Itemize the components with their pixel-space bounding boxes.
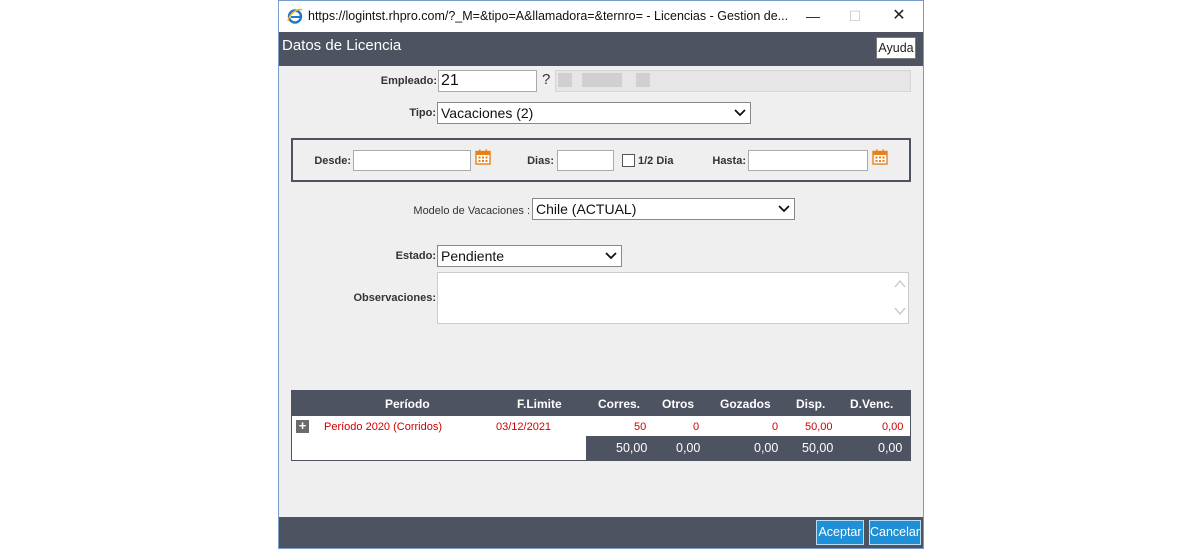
dialog-footer: Aceptar Cancelar (279, 517, 923, 548)
estado-selected-value: Pendiente (441, 248, 505, 264)
close-button[interactable]: ✕ (879, 5, 919, 27)
title-bar: https://logintst.rhpro.com/?_M=&tipo=A&l… (279, 1, 923, 32)
internet-explorer-icon (287, 8, 303, 24)
empleado-lookup-button[interactable]: ? (542, 71, 550, 88)
half-day-label: 1/2 Dia (638, 155, 674, 167)
estado-label: Estado: (395, 250, 436, 262)
scroll-up-icon[interactable] (894, 279, 906, 289)
observaciones-label: Observaciones: (353, 292, 436, 304)
total-corres: 50,00 (616, 441, 648, 455)
column-header-otros: Otros (662, 397, 695, 411)
observaciones-textarea[interactable] (437, 272, 909, 324)
help-button[interactable]: Ayuda (876, 37, 916, 59)
totals-row: 50,00 0,00 0,00 50,00 0,00 (586, 436, 910, 460)
half-day-checkbox[interactable] (622, 154, 635, 167)
calendar-icon[interactable] (475, 149, 491, 165)
cell-otros: 0 (693, 421, 700, 433)
column-header-disp: Disp. (796, 397, 826, 411)
modelo-vacaciones-select[interactable]: Chile (ACTUAL) (532, 198, 795, 220)
total-gozados: 0,00 (754, 441, 779, 455)
cell-d-venc: 0,00 (882, 421, 904, 433)
accept-button[interactable]: Aceptar (816, 520, 864, 545)
total-d-venc: 0,00 (878, 441, 903, 455)
column-header-periodo: Período (385, 397, 430, 411)
dialog-header: Datos de Licencia Ayuda (279, 32, 923, 66)
desde-input[interactable] (353, 150, 471, 171)
table-header: Período F.Limite Corres. Otros Gozados D… (292, 391, 910, 416)
expand-row-button[interactable]: + (296, 419, 309, 433)
maximize-button[interactable]: ☐ (835, 5, 875, 27)
column-header-corres: Corres. (598, 397, 641, 411)
chevron-down-icon (778, 205, 790, 213)
empleado-name-field (555, 70, 911, 92)
hasta-input[interactable] (748, 150, 868, 171)
desde-label: Desde: (314, 155, 351, 167)
textarea-scrollbar[interactable] (891, 273, 908, 323)
dias-input[interactable] (557, 150, 614, 171)
page-title: Datos de Licencia (282, 37, 402, 54)
modelo-vacaciones-label: Modelo de Vacaciones : (413, 205, 530, 217)
dialog-window: https://logintst.rhpro.com/?_M=&tipo=A&l… (278, 0, 924, 549)
cell-gozados: 0 (772, 421, 779, 433)
cancel-button[interactable]: Cancelar (869, 520, 921, 545)
tipo-select[interactable]: Vacaciones (2) (437, 102, 751, 124)
scroll-down-icon[interactable] (894, 306, 906, 316)
cell-f-limite: 03/12/2021 (496, 421, 552, 433)
vacation-balance-table: Período F.Limite Corres. Otros Gozados D… (291, 390, 911, 461)
modelo-selected-value: Chile (ACTUAL) (536, 201, 637, 217)
cell-disp: 50,00 (805, 421, 833, 433)
empleado-input[interactable]: 21 (438, 70, 537, 92)
estado-select[interactable]: Pendiente (437, 245, 622, 267)
minimize-button[interactable]: — (793, 5, 833, 27)
chevron-down-icon (605, 252, 617, 260)
total-otros: 0,00 (676, 441, 701, 455)
total-disp: 50,00 (802, 441, 834, 455)
tipo-selected-value: Vacaciones (2) (441, 105, 534, 121)
empleado-label: Empleado: (380, 75, 437, 87)
cell-periodo: Período 2020 (Corridos) (324, 421, 443, 433)
hasta-label: Hasta: (712, 155, 746, 167)
window-title: https://logintst.rhpro.com/?_M=&tipo=A&l… (308, 9, 789, 23)
calendar-icon[interactable] (872, 149, 888, 165)
column-header-d-venc: D.Venc. (850, 397, 894, 411)
tipo-label: Tipo: (409, 107, 436, 119)
column-header-gozados: Gozados (720, 397, 771, 411)
cell-corres: 50 (634, 421, 647, 433)
chevron-down-icon (734, 109, 746, 117)
dias-label: Dias: (527, 155, 554, 167)
column-header-f-limite: F.Limite (517, 397, 562, 411)
